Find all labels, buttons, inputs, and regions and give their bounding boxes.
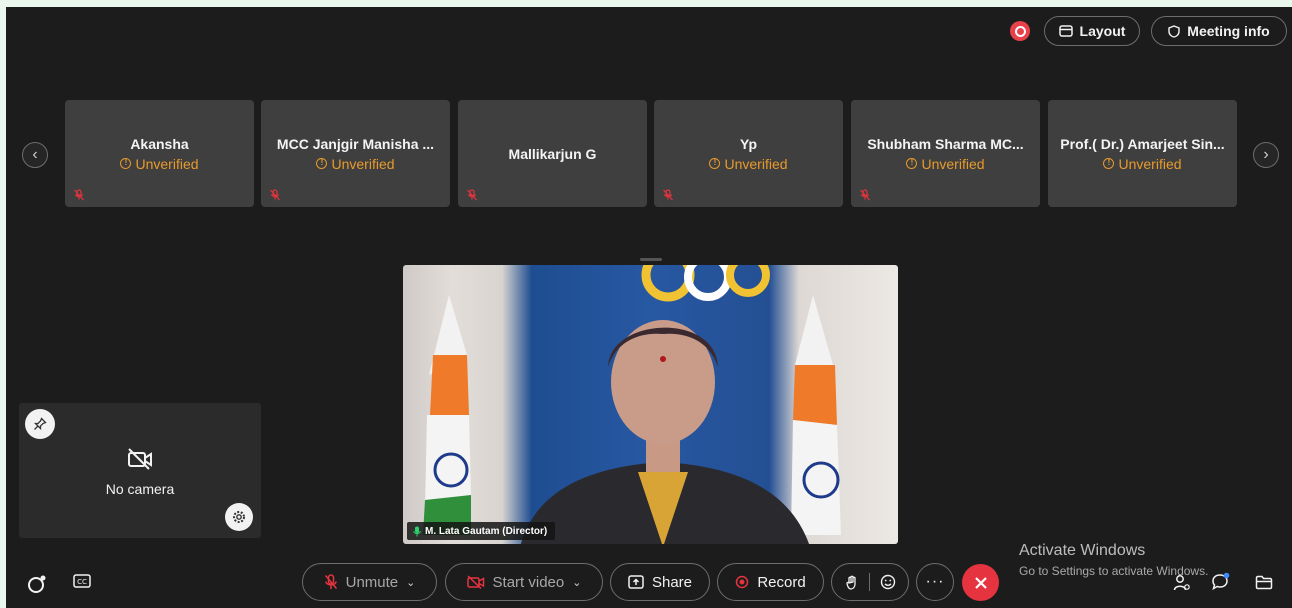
- share-button[interactable]: Share: [610, 563, 710, 601]
- mic-muted-icon: [270, 189, 280, 201]
- reactions-group: [831, 563, 909, 601]
- participant-name: Akansha: [130, 135, 189, 152]
- camera-off-icon: [466, 575, 484, 589]
- more-options-button[interactable]: ···: [916, 563, 954, 601]
- layout-icon: [1058, 25, 1073, 37]
- participant-tile[interactable]: Shubham Sharma MC... ! Unverified: [851, 100, 1040, 207]
- chevron-left-icon: ‹: [32, 146, 38, 163]
- layout-button[interactable]: Layout: [1044, 16, 1140, 46]
- participant-status: ! Unverified: [709, 156, 788, 172]
- mic-muted-icon: [860, 189, 870, 201]
- video-settings-button[interactable]: [225, 503, 253, 531]
- participant-name: Prof.( Dr.) Amarjeet Sin...: [1060, 135, 1225, 152]
- shield-icon: [1168, 24, 1180, 38]
- chevron-down-icon: ⌄: [406, 576, 416, 589]
- warning-circle-icon: !: [120, 158, 132, 169]
- speaker-name-tag: M. Lata Gautam (Director): [407, 522, 556, 540]
- activity-button[interactable]: [27, 573, 47, 595]
- participant-tile[interactable]: Akansha ! Unverified: [65, 100, 254, 207]
- speaker-name: M. Lata Gautam (Director): [425, 525, 548, 537]
- files-button[interactable]: [1254, 573, 1274, 591]
- unmute-button[interactable]: Unmute ⌄: [302, 563, 437, 601]
- participant-name: MCC Janjgir Manisha ...: [276, 135, 435, 152]
- activity-circle-icon: [28, 575, 46, 593]
- meeting-info-button[interactable]: Meeting info: [1151, 16, 1287, 46]
- divider: [868, 573, 870, 591]
- participant-tile[interactable]: Yp ! Unverified: [654, 100, 843, 207]
- recording-indicator-icon: [1010, 21, 1030, 41]
- participant-status: ! Unverified: [906, 156, 985, 172]
- close-icon: [974, 576, 987, 589]
- gear-icon: [233, 511, 245, 523]
- chevron-down-icon: ⌄: [572, 576, 582, 589]
- participant-tile[interactable]: Mallikarjun G: [458, 100, 647, 207]
- participant-name: Shubham Sharma MC...: [867, 135, 1024, 152]
- activate-windows-title: Activate Windows: [1019, 542, 1146, 559]
- svg-text:CC: CC: [77, 578, 87, 586]
- camera-off-icon: [128, 448, 152, 470]
- chat-button[interactable]: [1209, 571, 1231, 593]
- next-participants-button[interactable]: ›: [1253, 142, 1279, 168]
- self-view-tile[interactable]: No camera: [19, 403, 261, 538]
- folder-icon: [1255, 575, 1273, 589]
- start-video-button[interactable]: Start video ⌄: [445, 563, 603, 601]
- record-icon: [736, 575, 749, 589]
- share-screen-icon: [628, 575, 644, 589]
- warning-circle-icon: !: [1103, 158, 1115, 169]
- speaker-person-icon: [520, 320, 809, 544]
- unmute-label: Unmute: [345, 573, 399, 591]
- layout-label: Layout: [1079, 23, 1126, 39]
- meeting-stage: Layout Meeting info ‹ Akansha ! Unverifie…: [6, 7, 1292, 608]
- mic-muted-icon: [663, 189, 673, 201]
- participant-name: Yp: [739, 135, 758, 152]
- more-dots-icon: ···: [925, 573, 945, 590]
- chevron-right-icon: ›: [1263, 146, 1269, 163]
- mic-muted-icon: [467, 189, 477, 201]
- end-call-button[interactable]: [962, 564, 999, 601]
- participant-tile[interactable]: MCC Janjgir Manisha ... ! Unverified: [261, 100, 450, 207]
- share-label: Share: [651, 573, 693, 591]
- participant-name: Mallikarjun G: [508, 145, 597, 162]
- flag-left-icon: [423, 295, 471, 535]
- warning-circle-icon: !: [709, 158, 721, 169]
- participant-status: ! Unverified: [316, 156, 395, 172]
- warning-circle-icon: !: [906, 158, 918, 169]
- previous-participants-button[interactable]: ‹: [22, 142, 48, 168]
- emoji-reaction-icon[interactable]: [880, 574, 896, 590]
- participant-status: ! Unverified: [1103, 156, 1182, 172]
- pin-icon: [33, 417, 47, 431]
- meeting-info-label: Meeting info: [1187, 23, 1270, 39]
- resize-handle[interactable]: [640, 258, 662, 261]
- main-speaker-video[interactable]: M. Lata Gautam (Director): [403, 265, 898, 544]
- participants-button[interactable]: [1172, 573, 1192, 593]
- participant-status: ! Unverified: [120, 156, 199, 172]
- mic-muted-icon: [324, 574, 337, 589]
- closed-captions-icon: CC: [73, 574, 91, 588]
- participant-tile[interactable]: Prof.( Dr.) Amarjeet Sin... ! Unverified: [1048, 100, 1237, 207]
- warning-circle-icon: !: [316, 158, 328, 169]
- closed-captions-button[interactable]: CC: [72, 572, 92, 590]
- record-button[interactable]: Record: [717, 563, 824, 601]
- chat-icon: [1212, 572, 1230, 591]
- mic-muted-icon: [74, 189, 84, 201]
- pin-button[interactable]: [25, 409, 55, 439]
- participants-icon: [1173, 575, 1190, 591]
- start-video-label: Start video: [492, 573, 565, 591]
- mic-icon: [413, 526, 421, 536]
- raise-hand-icon[interactable]: [845, 574, 859, 590]
- record-label: Record: [757, 573, 806, 591]
- no-camera-label: No camera: [105, 481, 175, 497]
